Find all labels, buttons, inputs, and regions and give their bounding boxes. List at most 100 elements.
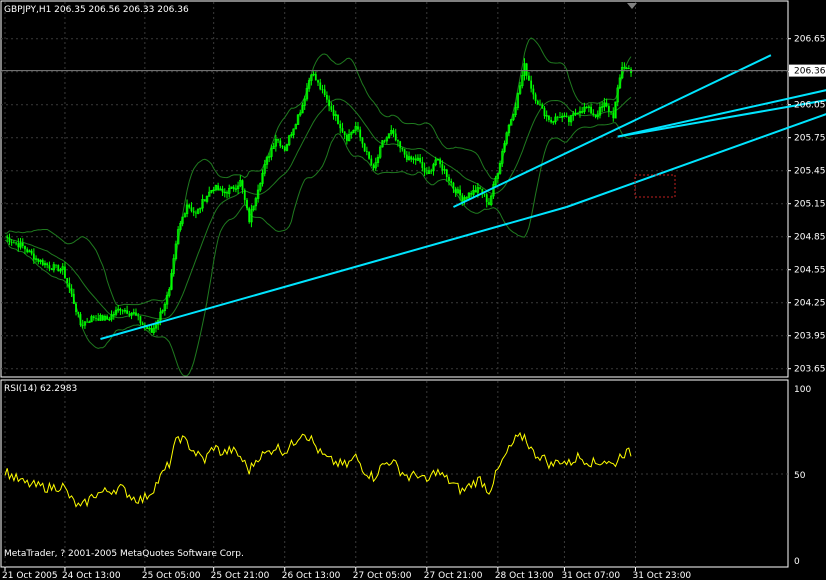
candle-body xyxy=(372,165,375,169)
price-tick-label: 205.75 xyxy=(794,134,826,144)
candle-body xyxy=(590,106,592,114)
candle-body xyxy=(419,158,422,162)
candle-body xyxy=(314,74,317,81)
candle-body xyxy=(97,318,100,321)
candle-body xyxy=(12,242,15,244)
time-tick-label: 28 Oct 13:00 xyxy=(495,571,554,580)
candle-body xyxy=(363,143,366,152)
candle-body xyxy=(543,107,546,117)
band-middle xyxy=(4,96,632,320)
candle-body xyxy=(66,278,69,283)
candle-body xyxy=(50,268,53,270)
candle-body xyxy=(150,328,153,333)
candle-body xyxy=(414,158,417,161)
candle-body xyxy=(479,187,481,189)
candle-body xyxy=(221,188,224,193)
candle-body xyxy=(79,314,82,326)
candle-body xyxy=(470,193,473,195)
price-tick-label: 205.45 xyxy=(794,167,826,177)
candle-body xyxy=(46,263,49,266)
candle-body xyxy=(559,117,561,118)
candle-body xyxy=(321,89,324,91)
candle-body xyxy=(283,146,286,151)
candle-body xyxy=(394,133,397,141)
candle-body xyxy=(525,63,528,76)
candle-body xyxy=(190,207,193,212)
candle-body xyxy=(592,113,595,115)
candle-body xyxy=(101,315,104,321)
grid xyxy=(1,2,788,567)
rsi-label: RSI(14) 62.2983 xyxy=(4,384,77,394)
candle-body xyxy=(70,288,73,294)
candle-body xyxy=(539,104,541,106)
candles xyxy=(6,58,632,336)
candle-body xyxy=(232,186,235,190)
candle-body xyxy=(461,195,464,202)
price-tick-label: 206.65 xyxy=(794,35,826,45)
candle-body xyxy=(448,177,450,181)
rsi-line xyxy=(4,431,632,508)
candle-body xyxy=(55,264,57,266)
candle-body xyxy=(474,190,477,193)
candle-body xyxy=(75,303,77,313)
candle-body xyxy=(534,94,537,101)
candle-body xyxy=(48,265,51,269)
candle-body xyxy=(41,260,44,265)
candle-body xyxy=(277,139,279,141)
candle-body xyxy=(8,237,11,242)
candle-body xyxy=(21,242,24,247)
candle-body xyxy=(248,208,251,222)
price-tick-label: 205.15 xyxy=(794,200,826,210)
candle-body xyxy=(192,211,195,213)
candle-body xyxy=(326,95,328,100)
candle-body xyxy=(68,282,71,289)
time-tick-label: 24 Oct 13:00 xyxy=(62,571,121,580)
candle-body xyxy=(459,189,461,196)
candle-body xyxy=(319,82,322,90)
candle-body xyxy=(135,312,137,316)
time-tick-label: 31 Oct 23:00 xyxy=(632,571,691,580)
candle-body xyxy=(281,146,284,147)
candle-body xyxy=(128,313,131,315)
time-tick-label: 25 Oct 05:00 xyxy=(142,571,201,580)
candle-body xyxy=(454,188,457,194)
candle-body xyxy=(246,199,248,209)
candle-body xyxy=(530,80,533,89)
trendlines xyxy=(100,54,826,340)
band-lower xyxy=(4,122,632,377)
candle-body xyxy=(10,241,13,243)
candle-body xyxy=(17,243,20,248)
candle-body xyxy=(441,164,444,171)
candle-body xyxy=(64,266,66,279)
candle-body xyxy=(6,236,9,238)
candle-body xyxy=(345,134,348,141)
candle-body xyxy=(332,109,335,116)
main-panel-frame xyxy=(0,0,789,378)
candle-body xyxy=(217,185,220,191)
candle-body xyxy=(605,102,608,107)
candle-body xyxy=(317,80,319,83)
price-tick-label: 204.85 xyxy=(794,233,826,243)
price-tick-label: 203.65 xyxy=(794,365,826,375)
candle-body xyxy=(359,129,362,138)
candle-body xyxy=(92,316,95,318)
candle-body xyxy=(548,115,550,120)
time-tick-label: 21 Oct 2005 xyxy=(2,571,58,580)
rsi-tick-label: 50 xyxy=(794,471,806,481)
time-axis: 21 Oct 2005 24 Oct 13:00 25 Oct 05:00 25 Oc… xyxy=(2,567,691,580)
candle-body xyxy=(536,100,539,105)
chart-title: GBPJPY,H1 206.35 206.56 206.33 206.36 xyxy=(4,5,189,15)
rsi-line xyxy=(4,431,632,508)
trendline xyxy=(566,113,826,208)
candle-body xyxy=(612,112,615,119)
candle-body xyxy=(556,116,559,118)
candle-body xyxy=(81,325,84,326)
candle-body xyxy=(195,212,197,214)
candle-body xyxy=(279,140,282,147)
candle-body xyxy=(425,172,428,174)
candle-body xyxy=(343,131,346,135)
selection-box xyxy=(634,174,676,198)
candle-body xyxy=(139,316,142,324)
rsi-panel-frame xyxy=(0,379,789,568)
candle-body xyxy=(403,149,406,155)
